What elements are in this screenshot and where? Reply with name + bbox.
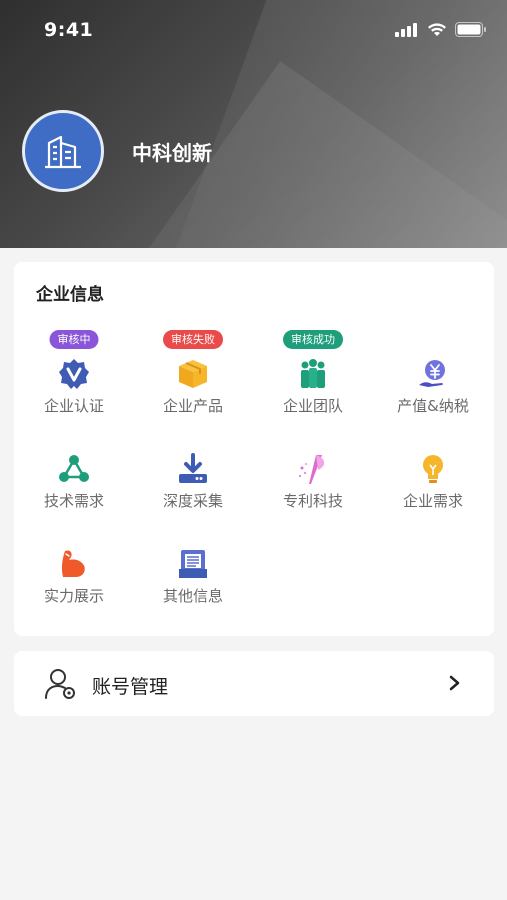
company-name: 中科创新 xyxy=(132,141,212,165)
patent-beam-icon xyxy=(295,451,331,487)
grid-item-label: 产值&纳税 xyxy=(397,397,469,415)
product-box-icon xyxy=(175,356,211,392)
grid-item-patent-tech[interactable]: 专利科技 xyxy=(253,425,373,510)
status-time: 9:41 xyxy=(44,19,94,41)
grid-item-label: 专利科技 xyxy=(282,492,343,510)
grid-item-label: 深度采集 xyxy=(162,492,223,510)
chevron-right-icon xyxy=(449,675,460,691)
user-settings-icon xyxy=(45,669,75,699)
account-management-row[interactable]: 账号管理 xyxy=(14,651,494,716)
team-icon xyxy=(295,356,331,392)
wifi-icon xyxy=(428,22,446,36)
grid-item-label: 其他信息 xyxy=(162,587,223,605)
grid-item-label: 技术需求 xyxy=(43,492,104,510)
building-icon xyxy=(45,135,81,169)
status-badge: 审核成功 xyxy=(283,330,343,349)
grid-item-deep-collection[interactable]: 深度采集 xyxy=(133,425,253,510)
grid-item-enterprise-demand[interactable]: 企业需求 xyxy=(373,425,493,510)
network-nodes-icon xyxy=(56,451,92,487)
avatar[interactable] xyxy=(22,110,104,192)
enterprise-info-card: 企业信息 审核中 企业认证 审核失败 企业产品 审核成功 企业团队 产值&纳税 … xyxy=(14,262,494,636)
grid-item-enterprise-products[interactable]: 审核失败 企业产品 xyxy=(133,330,253,415)
grid-item-output-and-tax[interactable]: 产值&纳税 xyxy=(373,330,493,415)
muscle-arm-icon xyxy=(56,546,92,582)
grid-item-label: 企业团队 xyxy=(282,397,343,415)
grid-item-label: 企业产品 xyxy=(162,397,223,415)
grid-item-label: 企业需求 xyxy=(402,492,463,510)
profile-header: 9:41 中科创新 xyxy=(0,0,507,248)
status-badge: 审核失败 xyxy=(163,330,223,349)
grid-item-other-info[interactable]: 其他信息 xyxy=(133,520,253,605)
account-management-label: 账号管理 xyxy=(92,676,169,698)
verified-badge-icon xyxy=(56,356,92,392)
grid-item-enterprise-certification[interactable]: 审核中 企业认证 xyxy=(14,330,134,415)
grid-item-enterprise-team[interactable]: 审核成功 企业团队 xyxy=(253,330,373,415)
grid-item-strength-showcase[interactable]: 实力展示 xyxy=(14,520,134,605)
status-badge: 审核中 xyxy=(49,330,99,349)
download-tray-icon xyxy=(175,451,211,487)
section-title: 企业信息 xyxy=(36,285,104,305)
status-bar: 9:41 xyxy=(0,0,507,60)
battery-icon xyxy=(455,22,486,37)
grid-item-label: 实力展示 xyxy=(43,587,104,605)
grid-item-label: 企业认证 xyxy=(43,397,104,415)
grid-item-tech-demand[interactable]: 技术需求 xyxy=(14,425,134,510)
yuan-hand-icon xyxy=(415,356,451,392)
lightbulb-icon xyxy=(415,451,451,487)
signal-icon xyxy=(395,22,417,37)
document-stack-icon xyxy=(175,546,211,582)
status-icons xyxy=(395,22,487,37)
